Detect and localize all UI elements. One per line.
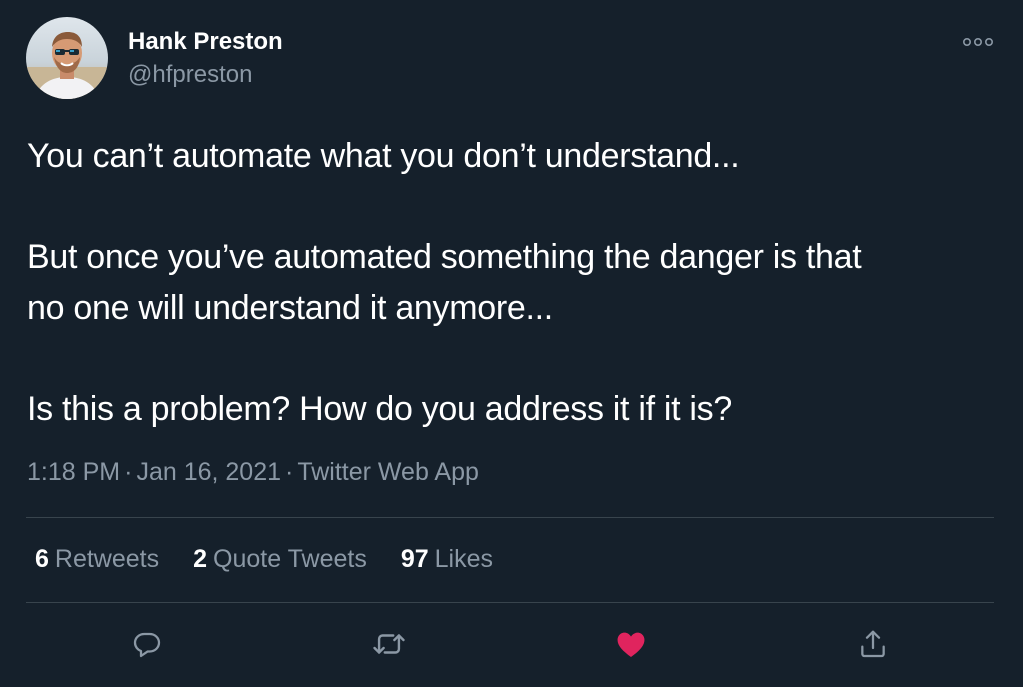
tweet-source[interactable]: Twitter Web App: [297, 458, 479, 486]
retweets-label: Retweets: [54, 545, 160, 573]
tweet-time[interactable]: 1:18 PM: [27, 458, 120, 486]
retweets-count: 6: [35, 545, 49, 573]
engagement-stats: 6 Retweets 2 Quote Tweets 97 Likes: [35, 545, 527, 574]
divider: [26, 602, 994, 603]
more-options-button[interactable]: [958, 28, 998, 56]
retweet-button[interactable]: [369, 624, 409, 664]
tweet-paragraph: Is this a problem? How do you address it…: [27, 389, 732, 428]
retweet-icon: [373, 634, 405, 654]
tweet-card: Hank Preston @hfpreston You can’t automa…: [0, 0, 1023, 687]
retweets-stat[interactable]: 6 Retweets: [35, 545, 159, 574]
share-icon: [861, 630, 885, 658]
tweet-text: You can’t automate what you don’t unders…: [27, 131, 1007, 434]
meta-separator: ·: [124, 458, 133, 486]
likes-stat[interactable]: 97 Likes: [401, 545, 493, 574]
reply-button[interactable]: [127, 624, 167, 664]
quote-tweets-count: 2: [193, 545, 208, 573]
tweet-paragraph: But once you’ve automated something the …: [27, 238, 862, 327]
heart-icon: [617, 632, 645, 658]
tweet-paragraph: You can’t automate what you don’t unders…: [27, 137, 740, 175]
avatar-photo: [26, 17, 108, 99]
author-handle[interactable]: @hfpreston: [128, 61, 252, 89]
quote-tweets-label: Quote Tweets: [213, 545, 367, 573]
like-button[interactable]: [611, 624, 651, 664]
likes-count: 97: [400, 545, 429, 573]
tweet-date[interactable]: Jan 16, 2021: [136, 458, 281, 486]
author-display-name[interactable]: Hank Preston: [128, 28, 283, 56]
tweet-metadata: 1:18 PM · Jan 16, 2021 · Twitter Web App: [27, 458, 479, 487]
share-button[interactable]: [853, 624, 893, 664]
quote-tweets-stat[interactable]: 2 Quote Tweets: [193, 545, 367, 574]
likes-label: Likes: [434, 545, 494, 573]
divider: [26, 517, 994, 518]
more-icon: [963, 38, 993, 47]
reply-icon: [133, 632, 161, 658]
meta-separator: ·: [285, 458, 294, 486]
avatar[interactable]: [26, 17, 108, 99]
